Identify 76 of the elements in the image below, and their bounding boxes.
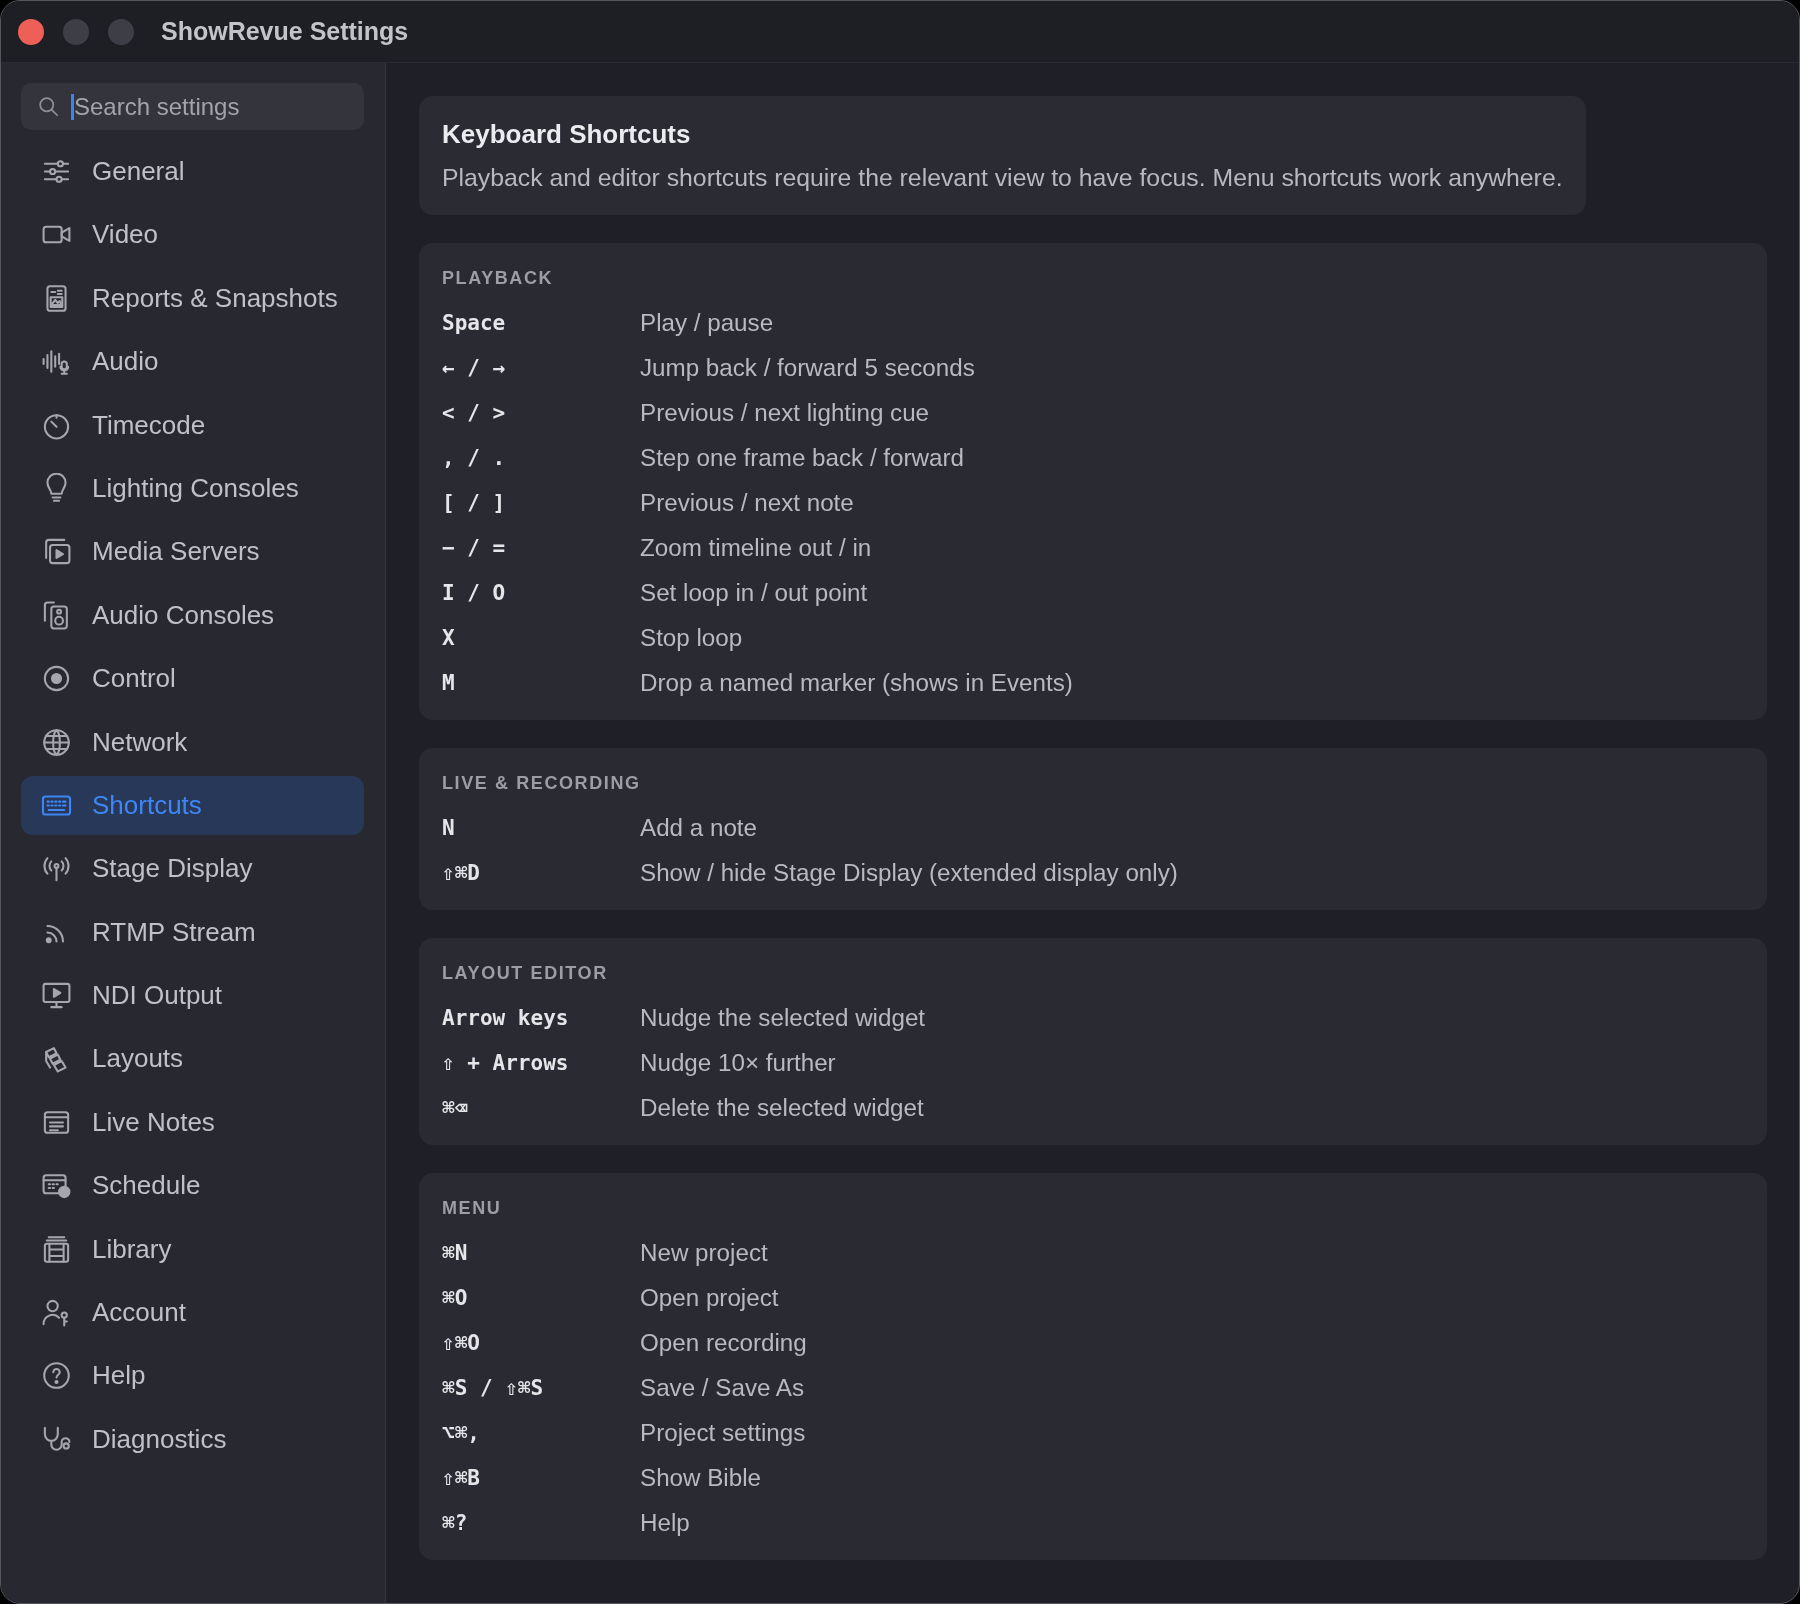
shortcut-description: Show Bible	[640, 1463, 761, 1492]
sidebar-item[interactable]: Reports & Snapshots	[21, 268, 364, 328]
shortcut-description: Step one frame back / forward	[640, 443, 964, 472]
shortcut-description: Nudge the selected widget	[640, 1003, 926, 1032]
shortcut-description: Help	[640, 1508, 690, 1537]
sidebar-item[interactable]: Library	[21, 1219, 364, 1279]
search-icon	[38, 96, 59, 117]
sidebar-item[interactable]: Diagnostics	[21, 1409, 364, 1469]
section-heading: PLAYBACK	[442, 267, 555, 290]
section-heading: LAYOUT EDITOR	[442, 962, 609, 985]
shortcut-description: New project	[640, 1238, 768, 1267]
shortcut-keys: − / =	[442, 535, 640, 560]
sidebar-item[interactable]: General	[21, 142, 364, 201]
sidebar-item[interactable]: Audio Consoles	[21, 585, 364, 645]
shortcut-keys: ⌘O	[442, 1285, 640, 1310]
page-description: Playback and editor shortcuts require the relevant view to have focus. Menu shortcuts work anywhere.	[442, 163, 1563, 193]
shortcut-keys: ← / →	[442, 355, 640, 380]
text-cursor	[71, 93, 74, 120]
sidebar-item[interactable]: Media Servers	[21, 522, 364, 582]
shortcut-description: Nudge 10× further	[640, 1048, 836, 1077]
shortcut-description: Drop a named marker (shows in Events)	[640, 668, 1073, 697]
shortcut-description: Open project	[640, 1283, 779, 1312]
shortcut-description: Add a note	[640, 813, 757, 842]
shortcut-description: Open recording	[640, 1328, 807, 1357]
sidebar-item[interactable]: NDI Output	[21, 966, 364, 1026]
sidebar-item[interactable]: Timecode	[21, 395, 364, 455]
shortcut-keys: ⇧⌘B	[442, 1465, 640, 1490]
shortcut-description: Delete the selected widget	[640, 1093, 924, 1122]
shortcut-keys: M	[442, 670, 640, 695]
sidebar-item[interactable]: Control	[21, 649, 364, 709]
close-button[interactable]	[18, 18, 44, 45]
shortcut-description: Zoom timeline out / in	[640, 533, 872, 562]
shortcut-description: Stop loop	[640, 623, 743, 652]
sidebar-item[interactable]: Stage Display	[21, 839, 364, 899]
shortcut-keys: ⌘⌫	[442, 1095, 640, 1120]
sidebar-item[interactable]: Help	[21, 1346, 364, 1406]
help-icon	[41, 1360, 72, 1392]
shortcut-keys: X	[442, 625, 640, 650]
shortcut-keys: < / >	[442, 400, 640, 425]
sidebar-item[interactable]: Network	[21, 712, 364, 772]
shortcut-keys: , / .	[442, 445, 640, 470]
sidebar-item[interactable]: Account	[21, 1283, 364, 1343]
sidebar-item[interactable]: RTMP Stream	[21, 902, 364, 962]
sidebar-item[interactable]: Audio	[21, 332, 364, 392]
sidebar-item[interactable]: Schedule	[21, 1156, 364, 1216]
shortcut-description: Project settings	[640, 1418, 806, 1447]
shortcut-description: Previous / next lighting cue	[640, 398, 930, 427]
sidebar-item[interactable]: Live Notes	[21, 1092, 364, 1152]
sidebar-item[interactable]: Lighting Consoles	[21, 458, 364, 518]
shortcut-keys: ⇧⌘D	[442, 860, 640, 885]
shortcut-keys: ⌘?	[442, 1510, 640, 1535]
shortcut-keys: [ / ]	[442, 490, 640, 515]
shortcut-keys: ⇧⌘O	[442, 1330, 640, 1355]
globe-icon	[41, 726, 72, 758]
section-heading: LIVE & RECORDING	[442, 772, 642, 795]
shortcut-keys: N	[442, 815, 640, 840]
search-field[interactable]: Search settings	[21, 83, 364, 130]
shortcut-keys: ⇧ + Arrows	[442, 1050, 640, 1075]
section-heading: MENU	[442, 1197, 503, 1220]
page-title: Keyboard Shortcuts	[442, 118, 692, 150]
shortcut-keys: Space	[442, 310, 640, 335]
shortcut-description: Jump back / forward 5 seconds	[640, 353, 975, 382]
shortcut-description: Show / hide Stage Display (extended display only)	[640, 858, 1178, 887]
shortcut-keys: Arrow keys	[442, 1005, 640, 1030]
shortcut-keys: ⌘N	[442, 1240, 640, 1265]
sidebar-item[interactable]: Video	[21, 205, 364, 265]
window-title: ShowRevue Settings	[161, 17, 409, 46]
shortcut-description: Play / pause	[640, 308, 774, 337]
shortcut-description: Save / Save As	[640, 1373, 805, 1402]
shortcut-keys: ⌥⌘,	[442, 1420, 640, 1445]
sidebar-item[interactable]: Layouts	[21, 1029, 364, 1089]
shortcut-keys: ⌘S / ⇧⌘S	[442, 1375, 640, 1400]
shortcut-description: Set loop in / out point	[640, 578, 868, 607]
shortcut-description: Previous / next note	[640, 488, 854, 517]
film-cabinet-icon	[41, 1233, 72, 1265]
shortcut-keys: I / O	[442, 580, 640, 605]
